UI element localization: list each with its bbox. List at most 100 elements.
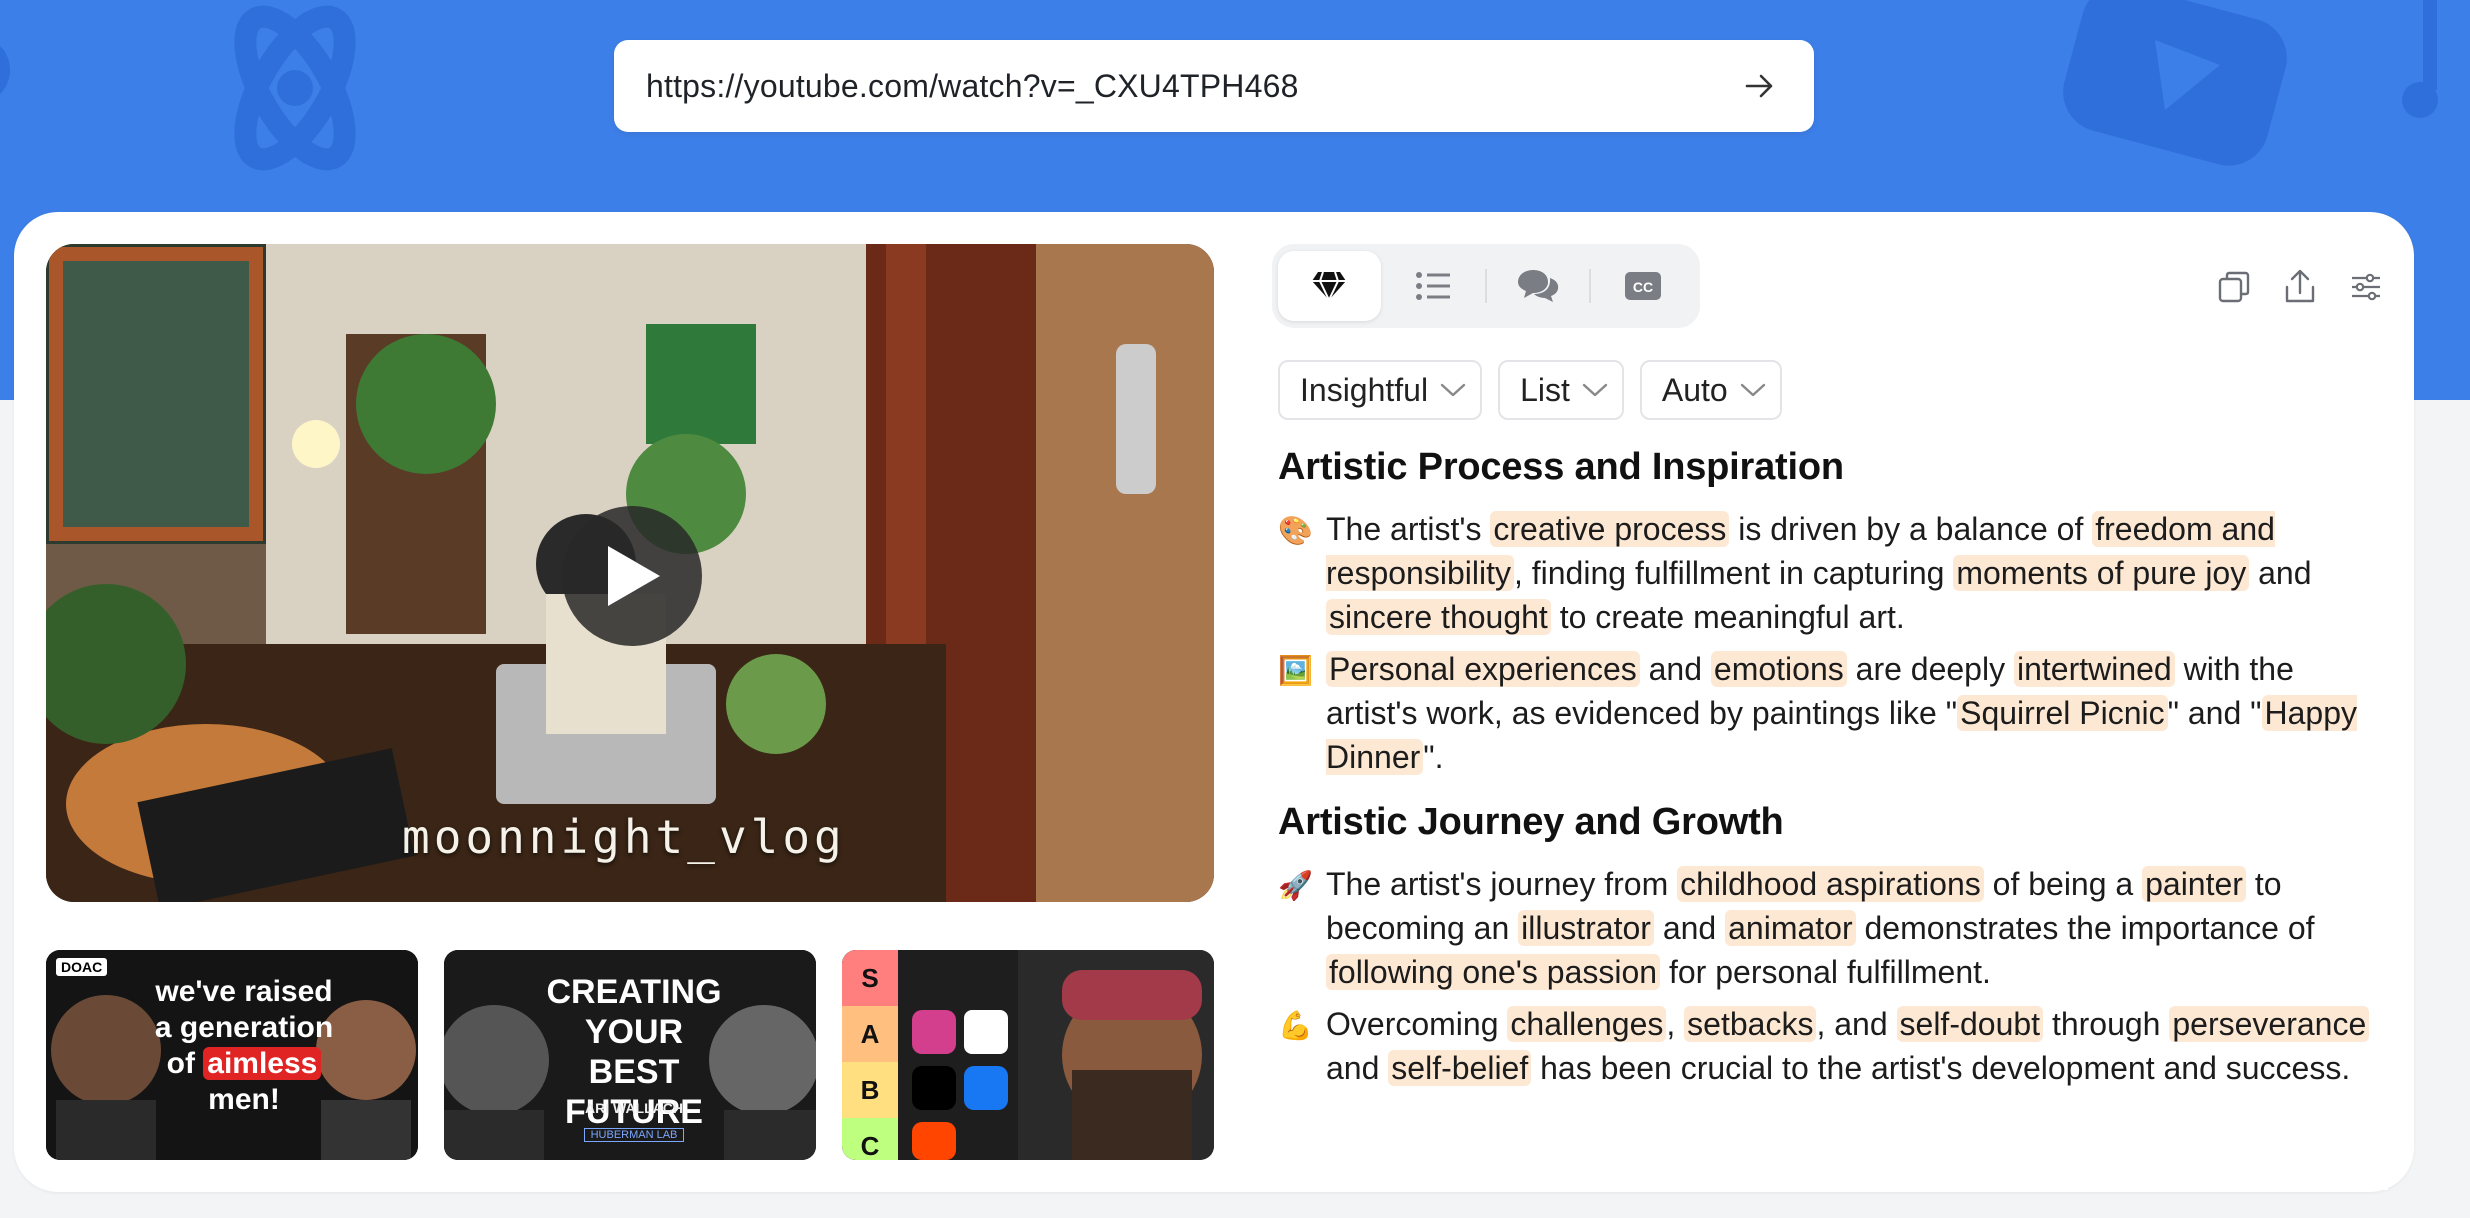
summary-filters: Insightful List Auto (1278, 360, 1782, 420)
channel-badge: DOAC (56, 958, 108, 976)
settings-sliders-icon (2352, 273, 2380, 301)
text-segment: has been crucial to the artist's develop… (1531, 1050, 2351, 1086)
tier-label: A (842, 1006, 898, 1062)
tab-chat[interactable] (1487, 251, 1590, 321)
text-segment: to create meaningful art. (1550, 599, 1905, 635)
chevron-down-icon (1440, 383, 1466, 397)
summary-bullet: 🎨 The artist's creative process is drive… (1278, 507, 2388, 639)
music-note-icon (2402, 0, 2438, 118)
thumbnail-title-line: of aimless (144, 1046, 344, 1082)
highlighted-phrase: perseverance (2169, 1006, 2370, 1042)
format-dropdown[interactable]: List (1498, 360, 1624, 420)
url-input[interactable]: https://youtube.com/watch?v=_CXU4TPH468 (646, 68, 1736, 105)
video-player[interactable]: moonnight_vlog (46, 244, 1214, 902)
list-icon (1415, 272, 1450, 300)
text-segment: through (2043, 1006, 2170, 1042)
tab-list[interactable] (1382, 251, 1485, 321)
bullet-emoji: 🚀 (1278, 870, 1313, 901)
text-segment: and (1653, 910, 1726, 946)
play-icon (608, 546, 660, 606)
thumbnail-title-line: YOUR BEST (584, 1013, 684, 1091)
share-icon (2285, 269, 2315, 303)
summary-content: Artistic Process and Inspiration 🎨 The a… (1278, 440, 2388, 1180)
highlighted-phrase: self-belief (1388, 1050, 1532, 1086)
section-title: Artistic Journey and Growth (1278, 801, 1784, 843)
tab-captions[interactable]: CC (1591, 251, 1694, 321)
thumbnail-subtitle: ARI WALLACH (585, 1100, 683, 1116)
tier-label: C (842, 1118, 898, 1160)
summary-section: Artistic Process and Inspiration 🎨 The a… (1278, 446, 2388, 779)
text-segment: and (2249, 555, 2312, 591)
tab-summary[interactable] (1278, 251, 1381, 321)
highlighted-phrase: animator (1725, 910, 1856, 946)
text-segment: " and " (2167, 695, 2262, 731)
text-segment: and (1326, 1050, 1389, 1086)
tier-labels: S A B C (842, 950, 898, 1160)
bullet-text: Personal experiences and emotions are de… (1326, 647, 2388, 779)
text-segment: Overcoming (1326, 1006, 1508, 1042)
atom-icon (234, 5, 356, 171)
tone-dropdown[interactable]: Insightful (1278, 360, 1483, 420)
text-segment: , and (1816, 1006, 1897, 1042)
language-dropdown[interactable]: Auto (1639, 360, 1782, 420)
decoration-curve (0, 40, 10, 100)
highlighted-phrase: Personal experiences (1326, 651, 1640, 687)
svg-text:CC: CC (1633, 279, 1653, 295)
highlighted-phrase: intertwined (2013, 651, 2175, 687)
share-button[interactable] (2276, 263, 2324, 311)
thumbnail-title-line: men! (208, 1083, 280, 1116)
text-segment: The artist's journey from (1326, 866, 1678, 902)
copy-button[interactable] (2210, 263, 2258, 311)
tier-label: S (842, 950, 898, 1006)
highlighted-phrase: painter (2142, 866, 2246, 902)
highlighted-phrase: self-doubt (1896, 1006, 2044, 1042)
bullet-emoji: 🎨 (1278, 515, 1313, 546)
play-button[interactable] (562, 506, 702, 646)
youtube-logo-icon (2063, 0, 2287, 166)
bullet-text: The artist's creative process is driven … (1326, 507, 2388, 639)
bullet-text: Overcoming challenges, setbacks, and sel… (1326, 1002, 2388, 1090)
thumbnail-title: we've raised a generation of aimless men… (144, 974, 344, 1118)
chat-icon (1518, 270, 1559, 302)
related-videos: DOAC we've raised a generation of aimles… (46, 950, 1214, 1160)
text-segment: of being a (1983, 866, 2143, 902)
highlighted-phrase: sincere thought (1326, 599, 1551, 635)
bullet-text: The artist's journey from childhood aspi… (1326, 862, 2388, 994)
thumbnail-channel-label: HUBERMAN LAB (584, 1128, 684, 1142)
tone-dropdown-value: Insightful (1300, 371, 1429, 408)
text-segment: The artist's (1326, 511, 1491, 547)
tier-label: B (842, 1062, 898, 1118)
summary-actions (2210, 262, 2390, 312)
related-video-1[interactable]: DOAC we've raised a generation of aimles… (46, 950, 418, 1160)
text-segment: for personal fulfillment. (1660, 954, 1991, 990)
copy-icon (2218, 271, 2250, 303)
text-segment: is driven by a balance of (1729, 511, 2093, 547)
highlighted-phrase: Squirrel Picnic (1957, 695, 2168, 731)
bullet-emoji: 💪 (1278, 1010, 1313, 1041)
url-input-bar[interactable]: https://youtube.com/watch?v=_CXU4TPH468 (614, 40, 1814, 132)
settings-button[interactable] (2342, 263, 2390, 311)
summary-section: Artistic Journey and Growth 🚀 The artist… (1278, 801, 2388, 1090)
highlighted-phrase: setbacks (1684, 1006, 1817, 1042)
text-segment: demonstrates the importance of (1855, 910, 2315, 946)
highlighted-phrase: challenges (1507, 1006, 1667, 1042)
language-dropdown-value: Auto (1661, 371, 1728, 408)
chevron-down-icon (1740, 383, 1765, 397)
thumbnail-title-line: CREATING (546, 973, 722, 1011)
submit-arrow-button[interactable] (1736, 62, 1784, 110)
highlighted-phrase: creative process (1490, 511, 1730, 547)
related-video-2[interactable]: CREATING YOUR BEST FUTURE ARI WALLACH HU… (444, 950, 816, 1160)
cc-icon: CC (1624, 272, 1661, 300)
related-video-3[interactable]: S A B C (842, 950, 1214, 1160)
view-tabs: CC (1272, 244, 1700, 328)
section-title: Artistic Process and Inspiration (1278, 446, 1844, 488)
highlighted-phrase: following one's passion (1326, 954, 1661, 990)
text-segment: , (1666, 1006, 1685, 1042)
format-dropdown-value: List (1520, 371, 1570, 408)
bullet-emoji: 🖼️ (1278, 655, 1313, 686)
highlighted-phrase: childhood aspirations (1677, 866, 1984, 902)
summary-bullet: 💪 Overcoming challenges, setbacks, and s… (1278, 1002, 2388, 1090)
text-segment: , finding fulfillment in capturing (1513, 555, 1954, 591)
text-segment: ". (1423, 739, 1444, 775)
gem-icon (1312, 271, 1347, 301)
